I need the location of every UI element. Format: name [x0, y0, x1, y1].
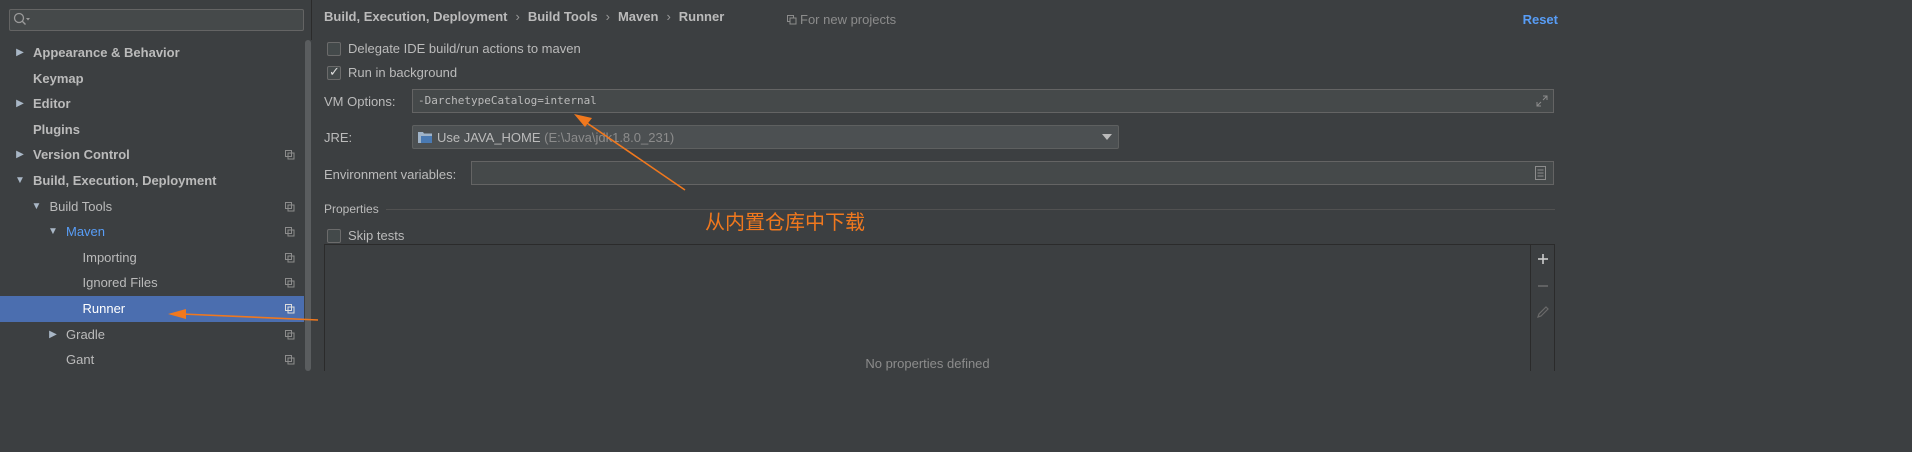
settings-search-input[interactable]: [9, 9, 304, 31]
sidebar-item-build-execution-deployment[interactable]: ▼ Build, Execution, Deployment: [0, 168, 304, 194]
search-icon: [13, 12, 30, 25]
sidebar-item-label: Keymap: [33, 70, 84, 86]
breadcrumb-item: Build, Execution, Deployment: [324, 9, 508, 24]
project-scope-icon: [285, 329, 295, 340]
breadcrumb-item: Maven: [617, 9, 659, 24]
skip-tests-label: Skip tests: [348, 228, 405, 243]
sidebar-item-label: Editor: [33, 96, 71, 112]
sidebar-item-ignored-files[interactable]: Ignored Files: [0, 270, 304, 296]
annotation-text: 从内置仓库中下载: [705, 210, 865, 234]
sidebar-item-plugins[interactable]: Plugins: [0, 117, 304, 143]
sidebar-item-label: Appearance & Behavior: [33, 45, 180, 60]
edit-icon[interactable]: [1536, 305, 1550, 319]
jre-path: (E:\Java\jdk1.8.0_231): [544, 130, 675, 145]
background-checkbox[interactable]: ✓: [327, 64, 341, 80]
sidebar-item-label: Version Control: [33, 147, 130, 163]
env-variables-label: Environment variables:: [324, 167, 457, 182]
expanded-arrow-icon[interactable]: ▼: [14, 168, 26, 194]
project-scope-icon: [285, 278, 295, 288]
delegate-label: Delegate IDE build/run actions to maven: [348, 41, 581, 56]
sidebar-item-label: Build, Execution, Deployment: [33, 172, 217, 188]
collapsed-arrow-icon[interactable]: ▶: [14, 91, 26, 117]
sidebar-item-editor[interactable]: ▶ Editor: [0, 91, 304, 117]
properties-divider: [386, 209, 1555, 210]
add-icon[interactable]: [1536, 252, 1550, 266]
for-new-projects-label: For new projects: [800, 12, 897, 27]
chevron-down-icon[interactable]: [1102, 134, 1112, 140]
sidebar-item-label: Plugins: [33, 121, 80, 137]
expand-icon[interactable]: [1536, 95, 1548, 107]
reset-link[interactable]: Reset: [1523, 12, 1558, 27]
sidebar-item-label: Ignored Files: [82, 275, 158, 291]
vm-options-value: -DarchetypeCatalog=internal: [418, 94, 597, 107]
sidebar-scrollbar[interactable]: [304, 40, 312, 371]
breadcrumb-separator: ›: [515, 9, 520, 24]
sidebar-item-maven[interactable]: ▼ Maven: [0, 219, 304, 245]
sidebar-item-keymap[interactable]: Keymap: [0, 66, 304, 92]
expanded-arrow-icon[interactable]: ▼: [31, 194, 43, 220]
delegate-checkbox[interactable]: [327, 42, 341, 56]
collapsed-arrow-icon[interactable]: ▶: [47, 322, 59, 348]
skip-tests-checkbox[interactable]: [327, 229, 341, 243]
project-scope-icon: [285, 355, 295, 365]
runner-settings-panel: Build, Execution, Deployment › Build Tools…: [313, 0, 1568, 371]
sidebar-item-label: Build Tools: [49, 198, 113, 214]
collapsed-arrow-icon[interactable]: ▶: [14, 40, 26, 66]
sidebar-item-label: Gant: [66, 352, 95, 368]
sidebar-item-label: Gradle: [66, 326, 106, 342]
scrollbar-thumb[interactable]: [305, 40, 311, 371]
breadcrumb-item: Build Tools: [527, 9, 598, 24]
sidebar-item-gant[interactable]: Gant: [0, 347, 304, 373]
env-variables-input[interactable]: [471, 161, 1554, 185]
folder-icon: [418, 132, 432, 143]
sidebar-item-importing[interactable]: Importing: [0, 245, 304, 271]
collapsed-arrow-icon[interactable]: ▶: [14, 142, 26, 168]
breadcrumb-separator: ›: [605, 9, 610, 24]
breadcrumb: Build, Execution, Deployment › Build Tools…: [324, 9, 724, 24]
sidebar-item-version-control[interactable]: ▶ Version Control: [0, 142, 304, 168]
project-scope-icon: [285, 201, 295, 212]
project-scope-icon: [285, 227, 295, 237]
background-label: Run in background: [348, 65, 458, 80]
settings-sidebar: ▶ Appearance & Behavior Keymap ▶ Editor Plugi…: [0, 0, 312, 371]
checkmark-icon: ✓: [329, 64, 340, 79]
no-properties-text: No properties defined: [865, 356, 990, 371]
breadcrumb-item: Runner: [678, 9, 725, 24]
breadcrumb-separator: ›: [666, 9, 671, 24]
for-new-projects-note: For new projects: [787, 12, 896, 27]
jre-label: JRE:: [324, 130, 353, 145]
project-scope-icon: [285, 303, 295, 314]
expanded-arrow-icon[interactable]: ▼: [47, 219, 59, 245]
jre-select[interactable]: Use JAVA_HOME (E:\Java\jdk1.8.0_231): [412, 125, 1119, 149]
sidebar-item-appearance-behavior[interactable]: ▶ Appearance & Behavior: [0, 40, 304, 66]
sidebar-item-build-tools[interactable]: ▼ Build Tools: [0, 194, 304, 220]
sidebar-item-runner[interactable]: Runner: [0, 295, 304, 322]
copy-icon: [787, 15, 797, 25]
settings-tree: ▶ Appearance & Behavior Keymap ▶ Editor Plugi…: [0, 40, 304, 373]
vm-options-label: VM Options:: [324, 94, 396, 109]
vm-options-input[interactable]: -DarchetypeCatalog=internal: [412, 89, 1554, 113]
document-icon[interactable]: [1535, 166, 1546, 180]
properties-title: Properties: [324, 202, 379, 216]
sidebar-item-gradle[interactable]: ▶ Gradle: [0, 322, 304, 348]
properties-table[interactable]: No properties defined: [324, 244, 1531, 371]
sidebar-item-label: Maven: [66, 224, 106, 240]
remove-icon[interactable]: [1536, 279, 1550, 293]
sidebar-item-label: Runner: [82, 300, 126, 316]
sidebar-item-label: Importing: [82, 249, 137, 265]
project-scope-icon: [285, 252, 295, 263]
properties-toolbar: [1531, 244, 1555, 371]
project-scope-icon: [285, 150, 295, 160]
jre-value: Use JAVA_HOME: [437, 130, 541, 145]
